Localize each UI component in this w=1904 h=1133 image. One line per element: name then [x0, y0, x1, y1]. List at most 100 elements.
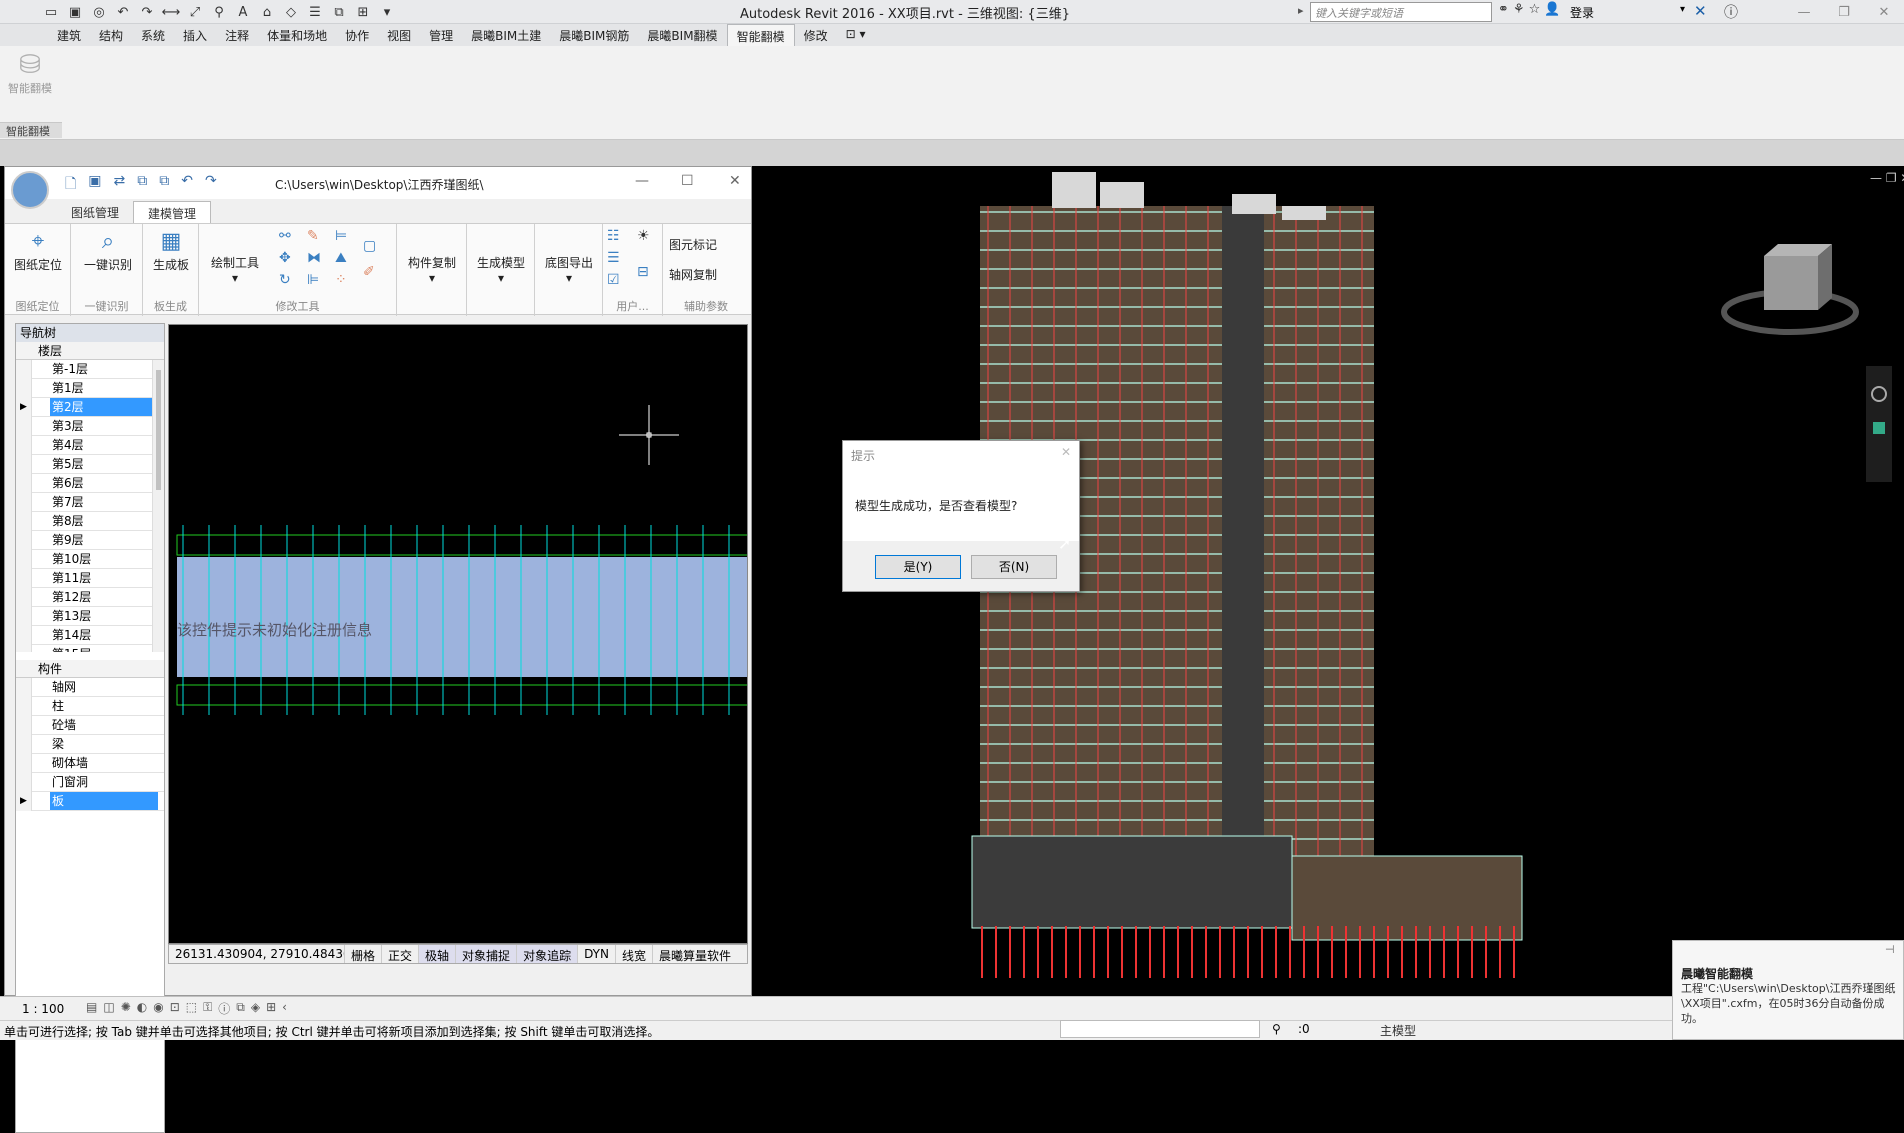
floor-item[interactable]: 第5层	[16, 455, 164, 474]
floor-item[interactable]: 第10层	[16, 550, 164, 569]
shadows-icon[interactable]: ◐	[137, 1000, 147, 1017]
switch-windows-icon[interactable]: ⊞	[352, 2, 374, 22]
polar-toggle[interactable]: 极轴	[419, 945, 457, 963]
redo-icon[interactable]: ↷	[136, 2, 158, 22]
recognize-button[interactable]: ⌕ 一键识别	[79, 228, 137, 273]
mark-button[interactable]: 图元标记	[669, 236, 717, 253]
hide-icon[interactable]: ⓘ	[218, 1000, 230, 1017]
save-icon[interactable]: ▣	[64, 2, 86, 22]
tab-modeling-management[interactable]: 建模管理	[133, 201, 212, 223]
scale-label[interactable]: 1 : 100	[22, 1002, 82, 1016]
copy-icon[interactable]: ⧉	[137, 173, 147, 197]
3d-view-icon[interactable]: ⌂	[256, 2, 278, 22]
axis-copy-button[interactable]: 轴网复制	[669, 266, 717, 283]
lineweight-toggle[interactable]: 线宽	[616, 945, 653, 963]
login-dropdown-icon[interactable]: ▾	[1680, 4, 1685, 15]
floor-item[interactable]: 第13层	[16, 607, 164, 626]
member-item[interactable]: 门窗洞	[16, 773, 164, 792]
member-item[interactable]: ▶ 板	[16, 792, 164, 811]
floor-item[interactable]: 第1层	[16, 379, 164, 398]
smart-model-button[interactable]: ⛁ 智能翻模	[4, 50, 56, 114]
floor-item[interactable]: 第14层	[16, 626, 164, 645]
tab-drawing-management[interactable]: 图纸管理	[57, 201, 133, 223]
undo-icon[interactable]: ↶	[181, 173, 193, 197]
tab-massing[interactable]: 体量和场地	[258, 24, 336, 46]
new-file-icon[interactable]: 🗋	[65, 173, 76, 197]
close-icon[interactable]: ✕	[1864, 0, 1904, 24]
no-button[interactable]: 否(N)	[971, 555, 1057, 579]
move-icon[interactable]: ✥	[279, 250, 291, 266]
list2-icon[interactable]: ☰	[607, 250, 620, 266]
star-icon[interactable]: ☆	[1529, 2, 1541, 17]
subscription-icon[interactable]: ⚘	[1513, 2, 1525, 17]
close-views-icon[interactable]: ⧉	[328, 2, 350, 22]
floor-item[interactable]: 第15层	[16, 645, 164, 652]
tab-collaborate[interactable]: 协作	[336, 24, 378, 46]
edit-icon[interactable]: ✐	[363, 264, 375, 280]
customize-qat-icon[interactable]: ▾	[376, 2, 398, 22]
tab-bim-rebar[interactable]: 晨曦BIM钢筋	[550, 24, 638, 46]
offset-icon[interactable]: ⛰	[335, 250, 347, 266]
rotate-icon[interactable]: ↻	[279, 272, 291, 288]
tag-icon[interactable]: ⚲	[208, 2, 230, 22]
snap-grid-toggle[interactable]: 栅格	[345, 945, 383, 963]
yes-button[interactable]: 是(Y)	[875, 555, 961, 579]
temp-hide-icon[interactable]: ⧉	[236, 1000, 245, 1017]
plugin-maximize-icon[interactable]: ☐	[681, 173, 694, 189]
list-icon[interactable]: ☷	[607, 228, 620, 244]
filter-icon[interactable]: ⚲	[1272, 1022, 1281, 1036]
cad-canvas[interactable]: 该控件提示未初始化注册信息	[168, 324, 748, 944]
floor-item[interactable]: 第12层	[16, 588, 164, 607]
exchange-icon[interactable]: ✕	[1694, 2, 1707, 20]
user-icon[interactable]: 👤	[1544, 2, 1560, 17]
worksharing-icon[interactable]: ⊞	[266, 1000, 276, 1017]
copy-member-button[interactable]: 构件复制 ▾	[401, 254, 463, 285]
floor-item[interactable]: 第9层	[16, 531, 164, 550]
lock-view-icon[interactable]: ⚿	[203, 1000, 212, 1017]
floor-item[interactable]: ▶ 第2层	[16, 398, 164, 417]
gen-slab-button[interactable]: ▦ 生成板	[147, 228, 195, 273]
transfer-icon[interactable]: ⇄	[114, 173, 126, 197]
measure-icon[interactable]: ⟷	[160, 2, 182, 22]
otrack-toggle[interactable]: 对象追踪	[517, 945, 579, 963]
notify-close-icon[interactable]: ⊣	[1885, 943, 1895, 956]
tab-architecture[interactable]: 建筑	[48, 24, 90, 46]
tab-manage[interactable]: 管理	[420, 24, 462, 46]
text-icon[interactable]: A	[232, 2, 254, 22]
array-icon[interactable]: ⁘	[335, 272, 347, 288]
tab-smart-model[interactable]: 智能翻模	[726, 24, 795, 46]
tab-bim-model[interactable]: 晨曦BIM翻模	[638, 24, 726, 46]
search-expand-icon[interactable]: ▸	[1298, 4, 1304, 17]
sync-icon[interactable]: ◎	[88, 2, 110, 22]
ortho-toggle[interactable]: 正交	[382, 945, 420, 963]
section-icon[interactable]: ◇	[280, 2, 302, 22]
checklist-icon[interactable]: ☑	[607, 272, 620, 288]
brush-icon[interactable]: ✎	[307, 228, 319, 244]
tab-view[interactable]: 视图	[378, 24, 420, 46]
dyn-toggle[interactable]: DYN	[578, 945, 616, 963]
plugin-minimize-icon[interactable]: —	[635, 173, 649, 189]
plugin-close-icon[interactable]: ✕	[729, 173, 741, 189]
crop-icon[interactable]: ⊡	[170, 1000, 180, 1017]
search-input[interactable]: 键入关键字或短语	[1310, 2, 1492, 22]
osnap-toggle[interactable]: 对象捕捉	[456, 945, 518, 963]
sun-path-icon[interactable]: ✺	[121, 1000, 131, 1017]
dialog-close-icon[interactable]: ✕	[1061, 445, 1071, 459]
thin-lines-icon[interactable]: ☰	[304, 2, 326, 22]
help-icon[interactable]: ⓘ	[1724, 2, 1738, 22]
save-file-icon[interactable]: ▣	[88, 173, 101, 197]
dimension-icon[interactable]: ⤢	[184, 2, 206, 22]
group-icon[interactable]: ⚯	[279, 228, 291, 244]
tab-insert[interactable]: 插入	[174, 24, 216, 46]
member-item[interactable]: 梁	[16, 735, 164, 754]
floor-item[interactable]: 第7层	[16, 493, 164, 512]
visual-style-icon[interactable]: ◫	[103, 1000, 114, 1017]
detail-level-icon[interactable]: ▤	[86, 1000, 97, 1017]
floor-item[interactable]: 第4层	[16, 436, 164, 455]
binoculars-icon[interactable]: ⚭	[1498, 2, 1509, 17]
tab-bim-civil[interactable]: 晨曦BIM土建	[462, 24, 550, 46]
floor-item[interactable]: 第6层	[16, 474, 164, 493]
export-base-button[interactable]: 底图导出 ▾	[539, 254, 599, 285]
member-item[interactable]: 砌体墙	[16, 754, 164, 773]
ribbon-options-icon[interactable]: ⊡ ▾	[837, 24, 875, 46]
